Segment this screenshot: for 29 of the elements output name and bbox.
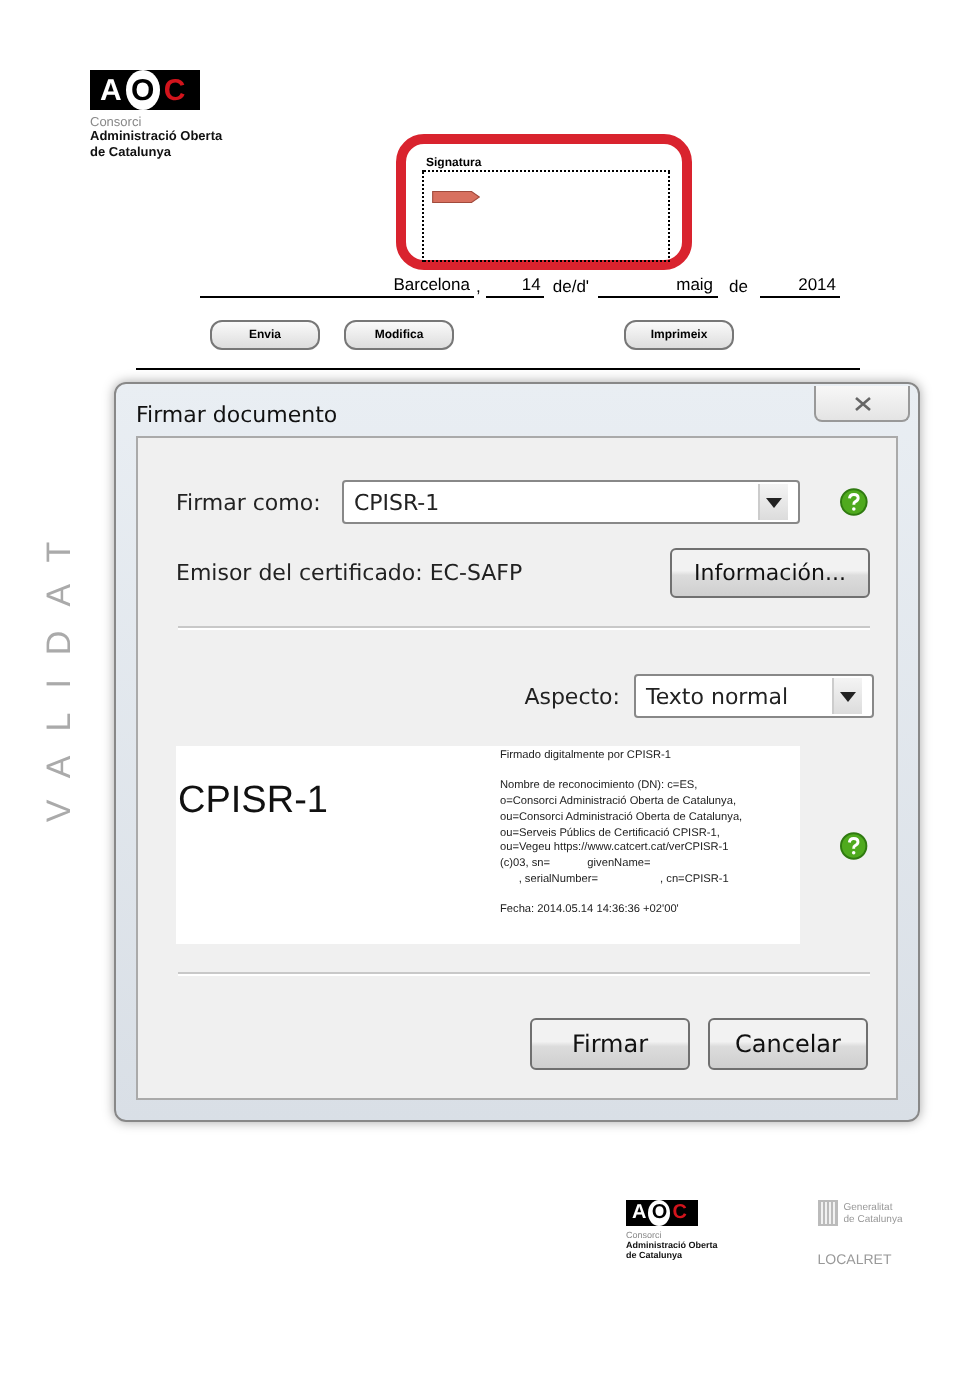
day-value: 14	[486, 274, 545, 298]
field-label: Firmar como:	[176, 489, 323, 515]
signature-field[interactable]	[422, 170, 670, 262]
issuer-text: Emisor del certificado: EC-SAFP	[176, 560, 523, 586]
close-icon	[853, 395, 871, 411]
window-title: Firmar documento	[136, 402, 338, 428]
date-label: de/d'	[552, 276, 590, 298]
dialog-button[interactable]: Firmar	[530, 1018, 690, 1070]
help-icon[interactable]	[840, 488, 868, 516]
logo-mark: A O C	[90, 70, 200, 110]
date-label: de	[729, 276, 749, 298]
caret-icon	[766, 497, 783, 507]
tag-icon	[428, 190, 484, 204]
help-icon[interactable]	[840, 831, 868, 859]
month-value: maig	[597, 274, 718, 298]
separator: ,	[476, 276, 481, 298]
dropdown[interactable]: Texto normal	[634, 674, 874, 718]
dialog-button[interactable]: Cancelar	[708, 1018, 868, 1070]
year-value: 2014	[760, 274, 841, 298]
logo-mark: A O C	[626, 1200, 698, 1226]
place-value: Barcelona	[200, 274, 474, 298]
caret-icon	[840, 691, 856, 701]
signer-name: CPISR-1	[178, 780, 330, 824]
side-label: VALIDAT	[40, 516, 80, 826]
emblem-icon	[817, 1200, 838, 1226]
close-button[interactable]	[814, 386, 910, 422]
info-button[interactable]: Información...	[670, 548, 870, 598]
dropdown[interactable]: CPISR-1	[341, 480, 801, 524]
field-label: Aspecto:	[524, 683, 620, 709]
